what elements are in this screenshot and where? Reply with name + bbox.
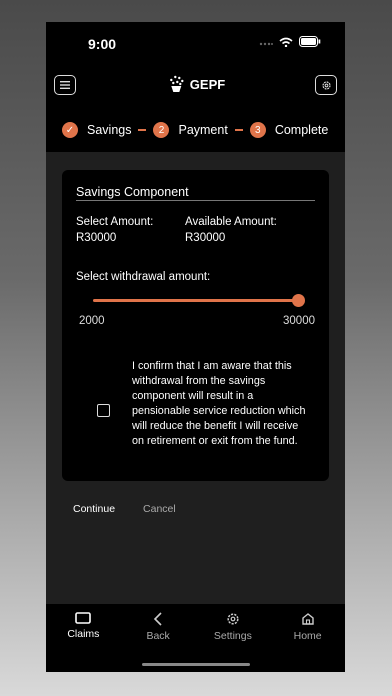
slider-max: 30000 — [283, 315, 315, 327]
gear-icon — [227, 613, 239, 625]
home-indicator — [142, 663, 250, 666]
tab-label: Settings — [213, 630, 252, 642]
gepf-logo-icon — [169, 75, 183, 92]
home-icon — [301, 613, 314, 625]
step-label: Payment — [178, 123, 228, 137]
tab-home[interactable]: Home — [273, 612, 343, 672]
slider-label: Select withdrawal amount: — [76, 271, 211, 283]
savings-component-card: Savings Component Select Amount: R30000 … — [62, 170, 329, 481]
form-actions: Continue Cancel — [73, 503, 176, 515]
step-complete: 3 Complete — [249, 122, 329, 138]
withdrawal-slider-track[interactable] — [93, 299, 298, 302]
select-amount: Select Amount: R30000 — [76, 214, 153, 246]
status-icons — [259, 36, 321, 47]
select-amount-label: Select Amount: — [76, 216, 154, 228]
continue-button[interactable]: Continue — [73, 503, 115, 515]
check-icon: ✓ — [62, 122, 78, 138]
select-amount-value: R30000 — [76, 232, 117, 244]
chevron-left-icon — [153, 612, 162, 626]
available-amount-label: Available Amount: — [185, 216, 277, 228]
step-label: Savings — [87, 123, 132, 137]
brand-logo: GEPF — [166, 74, 225, 94]
phone-screen: 9:00 GEPF ✓ Savings 2 Payment 3 Complete… — [46, 22, 345, 672]
tab-claims[interactable]: Claims — [48, 612, 118, 672]
card-title: Savings Component — [76, 185, 189, 199]
tab-label: Back — [146, 630, 170, 642]
signal-icon — [259, 42, 273, 45]
withdrawal-slider-thumb[interactable] — [292, 294, 305, 307]
settings-button[interactable] — [315, 75, 337, 95]
tab-label: Claims — [67, 628, 100, 640]
confirm-text: I confirm that I am aware that this with… — [132, 360, 306, 447]
available-amount-value: R30000 — [185, 232, 226, 244]
slider-min: 2000 — [79, 315, 105, 327]
status-time: 9:00 — [88, 36, 117, 52]
menu-icon — [60, 81, 70, 89]
menu-button[interactable] — [54, 75, 76, 95]
tab-label: Home — [293, 630, 322, 642]
step-label: Complete — [274, 123, 329, 137]
rectangle-icon — [75, 612, 92, 624]
confirm-checkbox[interactable] — [97, 404, 110, 417]
step-savings: ✓ Savings — [62, 122, 131, 138]
step-payment: 2 Payment — [153, 122, 228, 138]
progress-stepper: ✓ Savings 2 Payment 3 Complete — [46, 108, 345, 152]
wifi-icon — [279, 37, 293, 47]
status-bar: 9:00 — [46, 22, 345, 66]
step-number: 3 — [249, 122, 266, 138]
step-separator — [234, 129, 243, 131]
gear-icon — [321, 80, 331, 90]
brand-name: GEPF — [189, 76, 226, 92]
battery-icon — [299, 36, 321, 47]
available-amount: Available Amount: R30000 — [185, 214, 277, 246]
step-separator — [138, 129, 147, 131]
divider — [76, 200, 315, 201]
step-number: 2 — [153, 122, 170, 138]
app-bar: GEPF — [46, 66, 345, 108]
bottom-tab-bar: Claims Back Settings Home — [46, 604, 345, 672]
cancel-button[interactable]: Cancel — [143, 503, 176, 515]
